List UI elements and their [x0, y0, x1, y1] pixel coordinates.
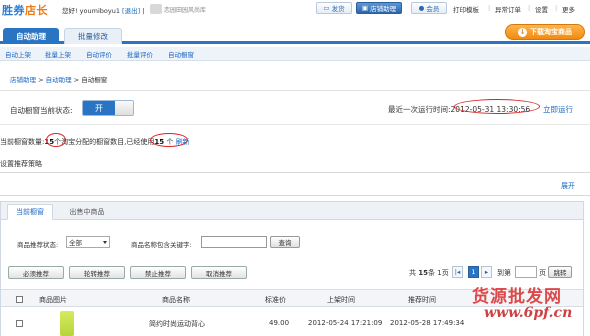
run-now-link[interactable]: 立即运行 [543, 104, 573, 115]
highlight-circle [46, 133, 66, 147]
forbid-recommend-button[interactable]: 禁止推荐 [130, 266, 186, 279]
next-page-button[interactable]: ▸ [481, 266, 492, 278]
print-template-link[interactable]: 打印模板 [453, 4, 479, 14]
divider [0, 124, 590, 125]
product-recommend-time: 2012-05-28 17:49:34 [390, 319, 465, 327]
goto-suffix: 页 [539, 269, 546, 277]
tab-auto-assistant[interactable]: 自动助理 [3, 28, 59, 44]
rotate-recommend-button[interactable]: 轮转推荐 [69, 266, 125, 279]
search-button[interactable]: 查询 [270, 236, 300, 248]
header-list-time: 上架时间 [327, 296, 355, 304]
jump-button[interactable]: 跳转 [548, 266, 572, 278]
product-price: 49.00 [269, 319, 290, 327]
more-link[interactable]: 更多 [562, 4, 575, 14]
product-thumbnail[interactable] [60, 311, 74, 336]
header-name: 商品名称 [162, 296, 190, 304]
abnormal-orders-link[interactable]: 异常订单 [495, 4, 521, 14]
logout-link[interactable]: [退出] [122, 7, 140, 15]
tab-on-sale-goods[interactable]: 出售中商品 [62, 204, 112, 220]
highlight-circle [454, 99, 540, 114]
watermark-url: www.6pf.cn [484, 305, 573, 321]
select-all-checkbox[interactable] [16, 296, 23, 303]
subnav-auto-review[interactable]: 自动评价 [86, 49, 112, 59]
strategy-box [0, 172, 590, 196]
user-icon: ● [418, 4, 425, 12]
download-arrow-icon: ↓ [518, 27, 527, 37]
keyword-label: 商品名称包含关键字: [131, 241, 192, 249]
goto-page-input[interactable] [515, 266, 537, 278]
shop-name: 恋园田园风尚库 [150, 3, 216, 15]
strategy-label: 设置推荐策略 [0, 160, 42, 168]
subnav-batch-list[interactable]: 批量上架 [45, 49, 71, 59]
header-price: 标准价 [265, 296, 286, 304]
assistant-icon: ▣ [361, 4, 369, 12]
must-recommend-button[interactable]: 必须推荐 [8, 266, 64, 279]
status-label: 自动橱窗当前状态: [10, 106, 73, 115]
product-name-link[interactable]: 简约时尚运动背心 [149, 319, 205, 329]
product-list-time: 2012-05-24 17:21:09 [308, 319, 383, 327]
status-filter-select[interactable]: 全部 [66, 236, 110, 248]
tab-current-window[interactable]: 当前橱窗 [7, 204, 53, 220]
shop-badge-icon [150, 4, 162, 14]
highlight-circle [150, 133, 188, 147]
subnav-batch-review[interactable]: 批量评价 [127, 49, 153, 59]
user-greeting: 您好! youmiboyu1 [退出] | [62, 7, 145, 15]
settings-link[interactable]: 设置 [535, 4, 548, 14]
top-separator: | [528, 4, 531, 12]
subnav-auto-list[interactable]: 自动上架 [5, 49, 31, 59]
header-recommend-time: 推荐时间 [408, 296, 436, 304]
keyword-input[interactable] [201, 236, 267, 248]
cancel-recommend-button[interactable]: 取消推荐 [191, 266, 247, 279]
toggle-on-label: 开 [83, 101, 115, 115]
goto-label: 到第 [497, 269, 511, 277]
tab-batch-edit[interactable]: 批量修改 [64, 28, 122, 44]
status-filter-label: 商品推荐状态: [17, 241, 59, 249]
watermark-text: 货源批发网 [472, 287, 562, 307]
top-separator: | [555, 4, 558, 12]
pager-summary: 共 15条 1页 [409, 269, 449, 277]
status-toggle[interactable]: 开 [82, 100, 134, 116]
truck-icon: ▭ [323, 4, 330, 12]
member-button[interactable]: ● 会员 [411, 2, 447, 14]
subnav-auto-window[interactable]: 自动橱窗 [168, 49, 194, 59]
page-1-button[interactable]: 1 [468, 266, 479, 278]
divider [0, 90, 590, 91]
breadcrumb-shop-assistant[interactable]: 店铺助理 [10, 76, 36, 84]
breadcrumb: 店铺助理 > 自动助理 > 自动橱窗 [10, 76, 108, 84]
breadcrumb-auto-assistant[interactable]: 自动助理 [46, 76, 72, 84]
toggle-knob [115, 101, 133, 115]
publish-button[interactable]: ▭ 发货 [316, 2, 352, 14]
top-separator: | [488, 4, 491, 12]
header-image: 商品图片 [39, 296, 67, 304]
chevron-down-icon [103, 240, 107, 244]
shop-assistant-button[interactable]: ▣ 店铺助理 [356, 2, 402, 14]
download-taobao-goods-button[interactable]: ↓ 下载淘宝商品 [505, 24, 585, 40]
row-checkbox[interactable] [16, 320, 23, 327]
expand-link[interactable]: 展开 [561, 181, 575, 191]
breadcrumb-current: 自动橱窗 [81, 76, 108, 84]
app-logo[interactable]: 胜券店长 [2, 2, 48, 18]
